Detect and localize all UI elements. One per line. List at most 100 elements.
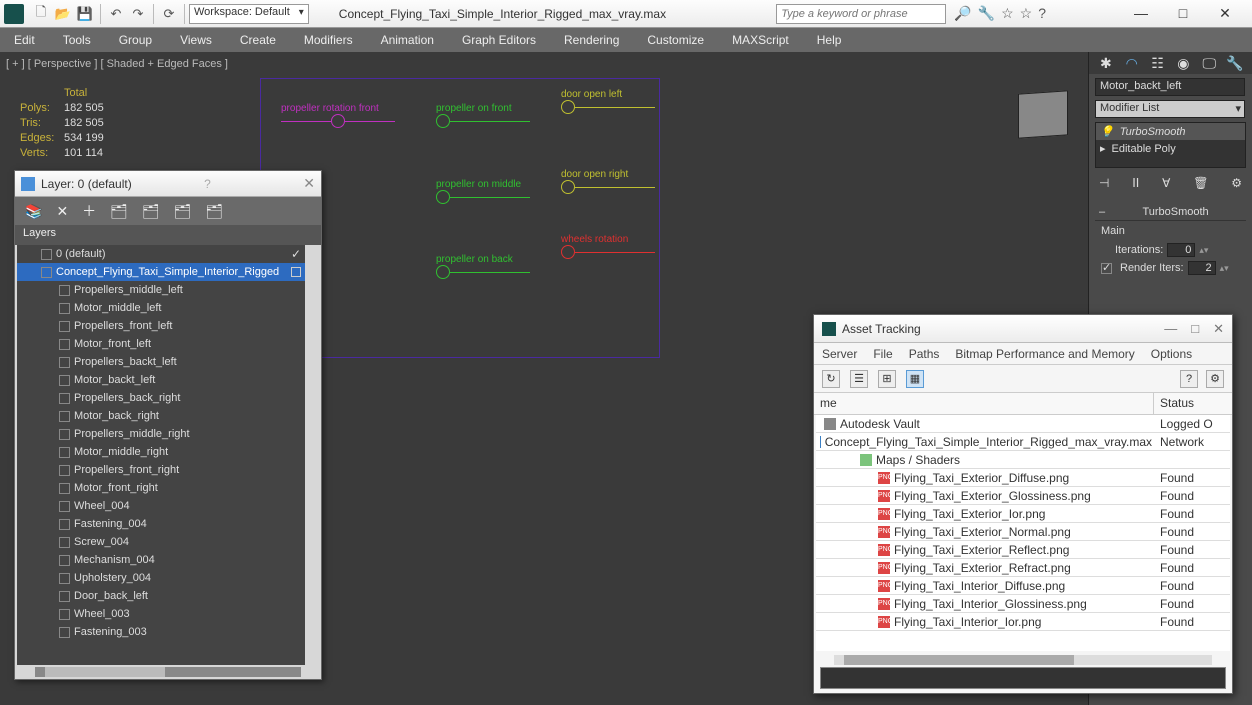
binoculars-icon[interactable]: 🔎 [954, 5, 971, 22]
asset-hscroll[interactable] [834, 655, 1212, 665]
add-layer-icon[interactable]: ＋ [82, 201, 96, 221]
menu-edit[interactable]: Edit [14, 33, 35, 47]
select-icon[interactable]: 🗂 [110, 203, 128, 220]
delete-layer-icon[interactable]: ✕ [56, 203, 68, 220]
layer-item[interactable]: Wheel_003 [17, 605, 305, 623]
layer-item[interactable]: Screw_004 [17, 533, 305, 551]
minimize-button[interactable]: — [1126, 5, 1156, 22]
menu-maxscript[interactable]: MAXScript [732, 33, 789, 47]
layer-item[interactable]: Concept_Flying_Taxi_Simple_Interior_Rigg… [17, 263, 305, 281]
menu-modifiers[interactable]: Modifiers [304, 33, 353, 47]
new-layer-icon[interactable]: 📚 [25, 203, 42, 220]
settings-icon[interactable]: ⚙ [1206, 370, 1224, 388]
spinner-icon[interactable]: ▴▾ [1199, 245, 1208, 256]
freeze-icon[interactable]: 🗂 [206, 203, 224, 220]
modifier-turbosmooth[interactable]: 💡TurboSmooth [1096, 123, 1245, 140]
menu-help[interactable]: Help [817, 33, 842, 47]
maximize-button[interactable]: □ [1168, 5, 1198, 22]
iterations-input[interactable]: 0 [1167, 243, 1195, 257]
asset-menu-server[interactable]: Server [822, 347, 857, 361]
object-name-input[interactable]: Motor_backt_left [1095, 78, 1245, 96]
asset-command-input[interactable] [820, 667, 1226, 689]
menu-create[interactable]: Create [240, 33, 276, 47]
asset-menu-options[interactable]: Options [1151, 347, 1192, 361]
layer-item[interactable]: Propellers_front_right [17, 461, 305, 479]
asset-row[interactable]: PNGFlying_Taxi_Exterior_Diffuse.pngFound [816, 469, 1230, 487]
table-icon[interactable]: ▦ [906, 370, 924, 388]
list-icon[interactable]: ☰ [850, 370, 868, 388]
modifier-editable-poly[interactable]: ▸Editable Poly [1096, 140, 1245, 157]
asset-menu-file[interactable]: File [873, 347, 892, 361]
layer-item[interactable]: Propellers_backt_left [17, 353, 305, 371]
utilities-tab-icon[interactable]: 🔧 [1225, 55, 1245, 72]
layer-item[interactable]: Motor_middle_right [17, 443, 305, 461]
layer-item[interactable]: Motor_front_right [17, 479, 305, 497]
asset-row[interactable]: Concept_Flying_Taxi_Simple_Interior_Rigg… [816, 433, 1230, 451]
layer-item[interactable]: Propellers_front_left [17, 317, 305, 335]
asset-col-name[interactable]: me [814, 393, 1154, 414]
create-tab-icon[interactable]: ✱ [1096, 55, 1116, 72]
spinner-icon[interactable]: ▴▾ [1220, 263, 1229, 274]
asset-col-status[interactable]: Status [1154, 393, 1232, 414]
asset-list[interactable]: Autodesk VaultLogged OConcept_Flying_Tax… [816, 415, 1230, 651]
highlight-icon[interactable]: 🗂 [142, 203, 160, 220]
config-icon[interactable]: ⚙ [1231, 176, 1242, 190]
asset-menu-paths[interactable]: Paths [909, 347, 940, 361]
render-iters-input[interactable]: 2 [1188, 261, 1216, 275]
layer-item[interactable]: Upholstery_004 [17, 569, 305, 587]
layer-item[interactable]: Mechanism_004 [17, 551, 305, 569]
asset-row[interactable]: PNGFlying_Taxi_Interior_Ior.pngFound [816, 613, 1230, 631]
layer-list[interactable]: 0 (default)✓Concept_Flying_Taxi_Simple_I… [17, 245, 305, 665]
layer-hscroll[interactable] [35, 667, 301, 677]
asset-menu-bitmap-performance-and-memory[interactable]: Bitmap Performance and Memory [955, 347, 1134, 361]
new-icon[interactable]: 🗋 [32, 5, 50, 23]
menu-graph-editors[interactable]: Graph Editors [462, 33, 536, 47]
menu-tools[interactable]: Tools [63, 33, 91, 47]
workspace-select[interactable]: Workspace: Default [189, 4, 309, 24]
layer-item[interactable]: Fastening_003 [17, 623, 305, 641]
asset-row[interactable]: PNGFlying_Taxi_Interior_Glossiness.pngFo… [816, 595, 1230, 613]
remove-icon[interactable]: 🗑 [1193, 176, 1208, 190]
hierarchy-tab-icon[interactable]: ☷ [1148, 55, 1168, 72]
close-button[interactable]: ✕ [1210, 5, 1240, 22]
menu-rendering[interactable]: Rendering [564, 33, 619, 47]
layer-item[interactable]: Motor_backt_left [17, 371, 305, 389]
hide-icon[interactable]: 🗂 [174, 203, 192, 220]
modifier-list-select[interactable]: Modifier List [1095, 100, 1245, 118]
asset-close-icon[interactable]: ✕ [1213, 321, 1224, 337]
asset-row[interactable]: PNGFlying_Taxi_Exterior_Normal.pngFound [816, 523, 1230, 541]
viewport-label[interactable]: [ + ] [ Perspective ] [ Shaded + Edged F… [6, 58, 228, 70]
display-tab-icon[interactable]: 🖵 [1199, 55, 1219, 72]
link-icon[interactable]: ⟳ [160, 5, 178, 23]
layer-item[interactable]: Wheel_004 [17, 497, 305, 515]
menu-animation[interactable]: Animation [381, 33, 434, 47]
layer-item[interactable]: Motor_back_right [17, 407, 305, 425]
layer-item[interactable]: 0 (default)✓ [17, 245, 305, 263]
layer-item[interactable]: Fastening_004 [17, 515, 305, 533]
modify-tab-icon[interactable]: ◠ [1122, 55, 1142, 72]
motion-tab-icon[interactable]: ◉ [1173, 55, 1193, 72]
asset-columns[interactable]: me Status [814, 393, 1232, 415]
wrench-icon[interactable]: 🔧 [978, 5, 995, 22]
asset-row[interactable]: PNGFlying_Taxi_Exterior_Glossiness.pngFo… [816, 487, 1230, 505]
layer-help-icon[interactable]: ? [204, 177, 211, 191]
menu-customize[interactable]: Customize [647, 33, 704, 47]
pin-icon[interactable]: ⊣ [1099, 176, 1109, 190]
render-iters-checkbox[interactable] [1101, 263, 1112, 274]
layer-titlebar[interactable]: Layer: 0 (default) ? ✕ [15, 171, 321, 197]
asset-row[interactable]: PNGFlying_Taxi_Exterior_Ior.pngFound [816, 505, 1230, 523]
asset-maximize-icon[interactable]: □ [1191, 321, 1199, 337]
help2-icon[interactable]: ? [1180, 370, 1198, 388]
show-icon[interactable]: ⅠⅠ [1132, 176, 1139, 190]
asset-row[interactable]: PNGFlying_Taxi_Exterior_Refract.pngFound [816, 559, 1230, 577]
rollout-title[interactable]: TurboSmooth [1142, 206, 1208, 218]
asset-row[interactable]: PNGFlying_Taxi_Exterior_Reflect.pngFound [816, 541, 1230, 559]
layer-item[interactable]: Motor_middle_left [17, 299, 305, 317]
tree-icon[interactable]: ⊞ [878, 370, 896, 388]
layer-item[interactable]: Propellers_back_right [17, 389, 305, 407]
star-icon[interactable]: ☆ [1001, 5, 1014, 22]
redo-icon[interactable]: ↷ [129, 5, 147, 23]
layer-item[interactable]: Propellers_middle_left [17, 281, 305, 299]
undo-icon[interactable]: ↶ [107, 5, 125, 23]
asset-row[interactable]: PNGFlying_Taxi_Interior_Diffuse.pngFound [816, 577, 1230, 595]
